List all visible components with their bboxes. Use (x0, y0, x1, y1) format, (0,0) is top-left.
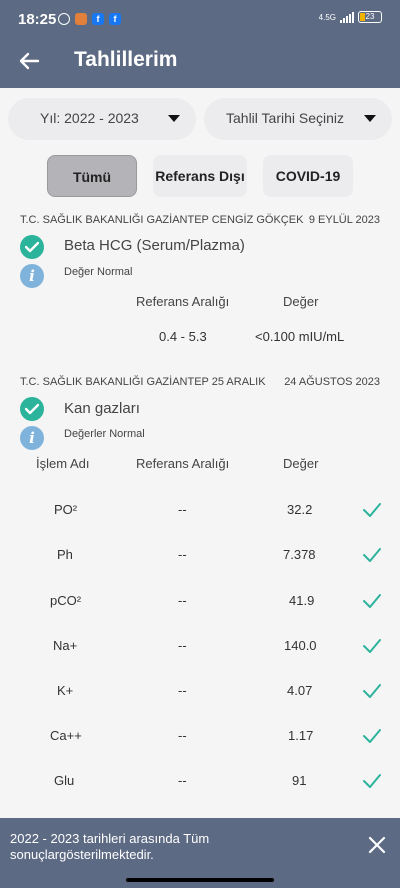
row-name: Ca++ (50, 728, 82, 743)
facebook-icon: f (109, 13, 121, 25)
row-value: 1.17 (288, 728, 314, 743)
hospital-name: T.C. SAĞLIK BAKANLIĞI GAZİANTEP 25 ARALI… (20, 376, 266, 388)
check-circle-icon (20, 397, 44, 421)
tab-out-of-range[interactable]: Referans Dışı (153, 155, 247, 197)
row-value: 91 (292, 773, 307, 788)
info-icon[interactable]: i (20, 426, 44, 450)
column-header-value: Değer (283, 294, 319, 309)
page-title: Tahlillerim (74, 48, 178, 71)
tab-all[interactable]: Tümü (47, 155, 137, 197)
network-type: 4.5G (318, 12, 336, 22)
result-date: 9 EYLÜL 2023 (308, 214, 380, 226)
row-name: Glu (54, 773, 75, 788)
close-icon[interactable] (368, 836, 386, 854)
date-dropdown[interactable]: Tahlil Tarihi Seçiniz (204, 98, 392, 140)
result-note: Değerler Normal (64, 428, 145, 440)
check-icon (363, 729, 381, 743)
row-range: -- (178, 773, 187, 788)
result-date: 24 AĞUSTOS 2023 (284, 376, 380, 388)
notification-icons: f f (58, 13, 121, 25)
result-value: <0.100 mIU/mL (255, 329, 345, 344)
check-icon (363, 639, 381, 653)
row-range: -- (178, 593, 187, 608)
column-header-name: İşlem Adı (36, 456, 90, 471)
row-name: K+ (57, 683, 74, 698)
row-range: -- (178, 728, 187, 743)
check-icon (363, 774, 381, 788)
row-name: Ph (57, 547, 73, 562)
test-name: Kan gazları (64, 400, 140, 417)
column-header-range: Referans Aralığı (136, 456, 230, 471)
row-range: -- (178, 547, 187, 562)
check-icon (363, 548, 381, 562)
chevron-down-icon (364, 115, 376, 122)
row-value: 4.07 (287, 683, 313, 698)
mute-icon (58, 13, 70, 25)
result-note: Değer Normal (64, 266, 133, 278)
signal-icon (340, 11, 354, 23)
home-app-icon (75, 13, 87, 25)
info-snackbar: 2022 - 2023 tarihleri arasında Tüm sonuç… (0, 818, 400, 888)
home-indicator[interactable] (126, 878, 274, 882)
column-header-value: Değer (283, 456, 319, 471)
row-name: PO² (54, 502, 78, 517)
row-value: 7.378 (283, 547, 316, 562)
row-range: -- (178, 502, 187, 517)
status-time: 18:25 (18, 11, 57, 28)
facebook-icon: f (92, 13, 104, 25)
hospital-name: T.C. SAĞLIK BAKANLIĞI GAZİANTEP CENGİZ G… (20, 214, 304, 226)
snackbar-message: 2022 - 2023 tarihleri arasında Tüm sonuç… (10, 831, 210, 862)
row-value: 41.9 (289, 593, 315, 608)
row-value: 32.2 (287, 502, 313, 517)
column-header-range: Referans Aralığı (136, 294, 230, 309)
arrow-left-icon[interactable] (18, 50, 40, 72)
chevron-down-icon (168, 115, 180, 122)
app-bar: Tahlillerim (0, 36, 400, 88)
row-range: -- (178, 683, 187, 698)
tab-covid19[interactable]: COVID-19 (263, 155, 353, 197)
check-icon (363, 503, 381, 517)
row-name: Na+ (53, 638, 78, 653)
year-dropdown-label: Yıl: 2022 - 2023 (40, 110, 139, 126)
row-range: -- (178, 638, 187, 653)
test-name: Beta HCG (Serum/Plazma) (64, 237, 245, 254)
status-bar: 18:25 f f 4.5G 23 (0, 0, 400, 36)
row-name: pCO² (50, 593, 82, 608)
battery-icon: 23 (358, 11, 382, 23)
info-icon[interactable]: i (20, 264, 44, 288)
date-dropdown-label: Tahlil Tarihi Seçiniz (226, 110, 345, 126)
check-icon (363, 684, 381, 698)
reference-range: 0.4 - 5.3 (159, 329, 207, 344)
row-value: 140.0 (284, 638, 317, 653)
check-icon (363, 594, 381, 608)
year-dropdown[interactable]: Yıl: 2022 - 2023 (8, 98, 196, 140)
check-circle-icon (20, 235, 44, 259)
system-icons: 4.5G 23 (319, 11, 382, 23)
